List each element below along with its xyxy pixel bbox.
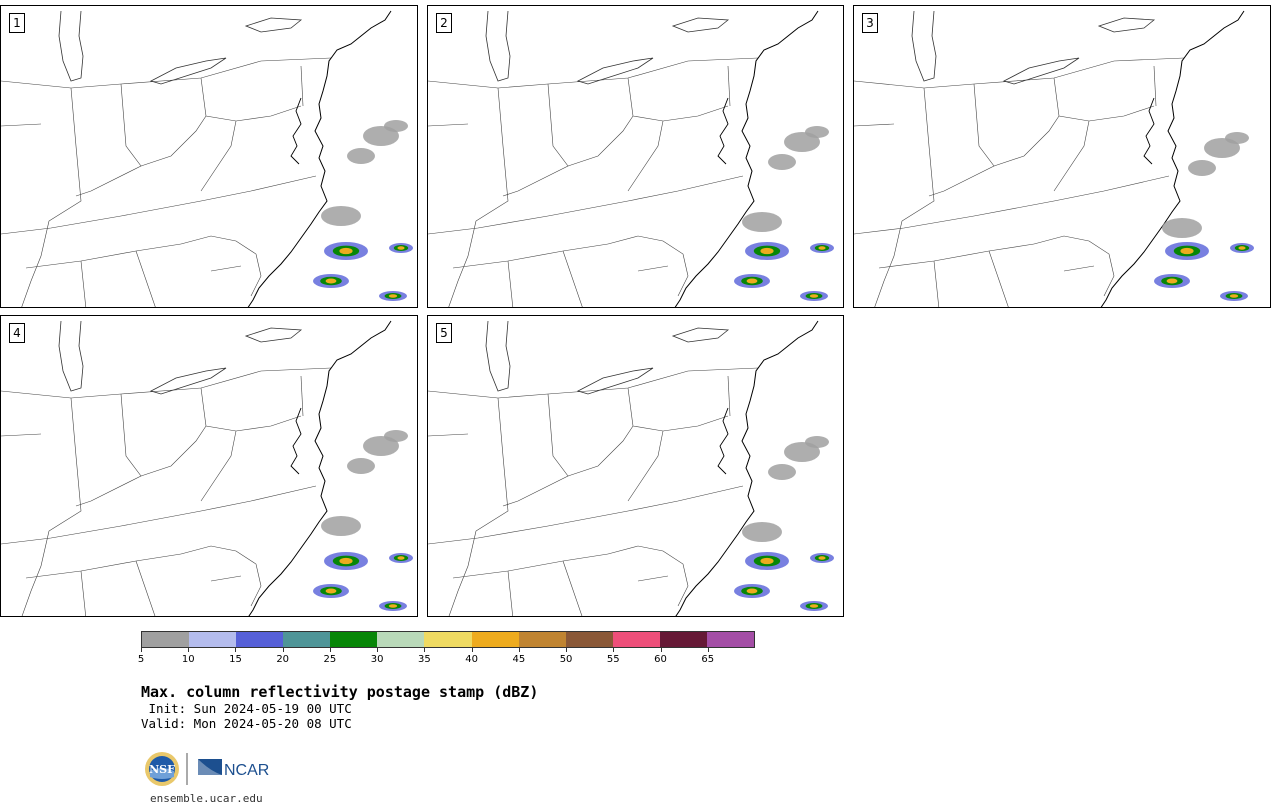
colorbar-tick-label: 30 bbox=[370, 654, 384, 665]
reflectivity-echoes bbox=[734, 436, 834, 611]
basemap bbox=[428, 320, 819, 616]
colorbar-tick-label: 45 bbox=[512, 654, 526, 665]
basemap bbox=[428, 10, 819, 307]
nsf-logo-text: NSF bbox=[149, 763, 175, 776]
member-panel-1: 1 bbox=[0, 5, 418, 308]
panel-map bbox=[428, 10, 834, 307]
colorbar-tick bbox=[471, 648, 473, 652]
member-label: 5 bbox=[436, 323, 452, 343]
colorbar-tick bbox=[377, 648, 379, 652]
colorbar-tick bbox=[282, 648, 284, 652]
colorbar-tick bbox=[518, 648, 520, 652]
colorbar-segment bbox=[565, 632, 613, 647]
member-label: 4 bbox=[9, 323, 25, 343]
basemap bbox=[854, 10, 1245, 307]
colorbar-segment bbox=[330, 632, 378, 647]
colorbar-tick-label: 40 bbox=[465, 654, 478, 665]
colorbar-tick bbox=[141, 648, 142, 652]
colorbar-tick bbox=[566, 648, 568, 652]
colorbar-tick bbox=[235, 648, 237, 652]
member-panel-5: 5 bbox=[427, 315, 844, 617]
colorbar-tick bbox=[424, 648, 426, 652]
colorbar-ticks: 5 10 15 20 25 30 35 40 45 50 55 60 65 bbox=[137, 648, 755, 668]
member-label: 2 bbox=[436, 13, 452, 33]
colorbar-segment bbox=[706, 632, 755, 647]
member-panel-4: 4 bbox=[0, 315, 418, 617]
colorbar-segment bbox=[236, 632, 284, 647]
member-label: 3 bbox=[862, 13, 878, 33]
colorbar-segment bbox=[142, 632, 190, 647]
valid-time: Valid: Mon 2024-05-20 08 UTC bbox=[141, 716, 352, 731]
colorbar-tick-label: 25 bbox=[323, 654, 337, 665]
colorbar-tick bbox=[707, 648, 709, 652]
colorbar-segment bbox=[659, 632, 707, 647]
colorbar-tick-label: 10 bbox=[181, 654, 195, 665]
reflectivity-colorbar bbox=[141, 631, 755, 648]
colorbar-segment bbox=[283, 632, 331, 647]
colorbar-tick-label: 35 bbox=[418, 654, 431, 665]
colorbar-tick-label: 50 bbox=[559, 654, 573, 665]
colorbar-tick bbox=[188, 648, 190, 652]
panel-map bbox=[1, 320, 413, 616]
colorbar-segment bbox=[612, 632, 660, 647]
reflectivity-echoes bbox=[734, 126, 834, 301]
colorbar-tick bbox=[660, 648, 662, 652]
basemap bbox=[1, 320, 392, 616]
colorbar-tick-label: 5 bbox=[137, 654, 145, 665]
colorbar-tick-label: 65 bbox=[701, 654, 715, 665]
reflectivity-echoes bbox=[313, 430, 413, 611]
colorbar-segment bbox=[471, 632, 519, 647]
colorbar-tick-label: 55 bbox=[606, 654, 620, 665]
colorbar-tick-label: 20 bbox=[276, 654, 290, 665]
colorbar-segment bbox=[377, 632, 425, 647]
panel-map bbox=[428, 320, 834, 616]
colorbar-segment bbox=[518, 632, 566, 647]
ncar-logo-text: NCAR bbox=[224, 762, 269, 779]
panel-map bbox=[854, 10, 1254, 307]
colorbar-tick-label: 60 bbox=[654, 654, 667, 665]
colorbar-segment bbox=[424, 632, 472, 647]
logo-graphics: NSF NCAR bbox=[145, 752, 269, 786]
ncar-logo: NCAR bbox=[198, 759, 269, 779]
colorbar-segment bbox=[189, 632, 237, 647]
panel-map bbox=[1, 10, 413, 307]
plot-title: Max. column reflectivity postage stamp (… bbox=[141, 683, 539, 701]
init-time: Init: Sun 2024-05-19 00 UTC bbox=[141, 701, 352, 716]
colorbar-tick-label: 15 bbox=[229, 654, 242, 665]
website-url: ensemble.ucar.edu bbox=[150, 792, 263, 805]
nsf-logo: NSF bbox=[145, 752, 179, 786]
reflectivity-echoes bbox=[313, 120, 413, 301]
basemap bbox=[1, 10, 392, 307]
member-panel-2: 2 bbox=[427, 5, 844, 308]
member-panel-3: 3 bbox=[853, 5, 1271, 308]
colorbar-tick bbox=[613, 648, 615, 652]
logos: NSF NCAR bbox=[144, 751, 274, 787]
member-label: 1 bbox=[9, 13, 25, 33]
colorbar-tick bbox=[329, 648, 331, 652]
